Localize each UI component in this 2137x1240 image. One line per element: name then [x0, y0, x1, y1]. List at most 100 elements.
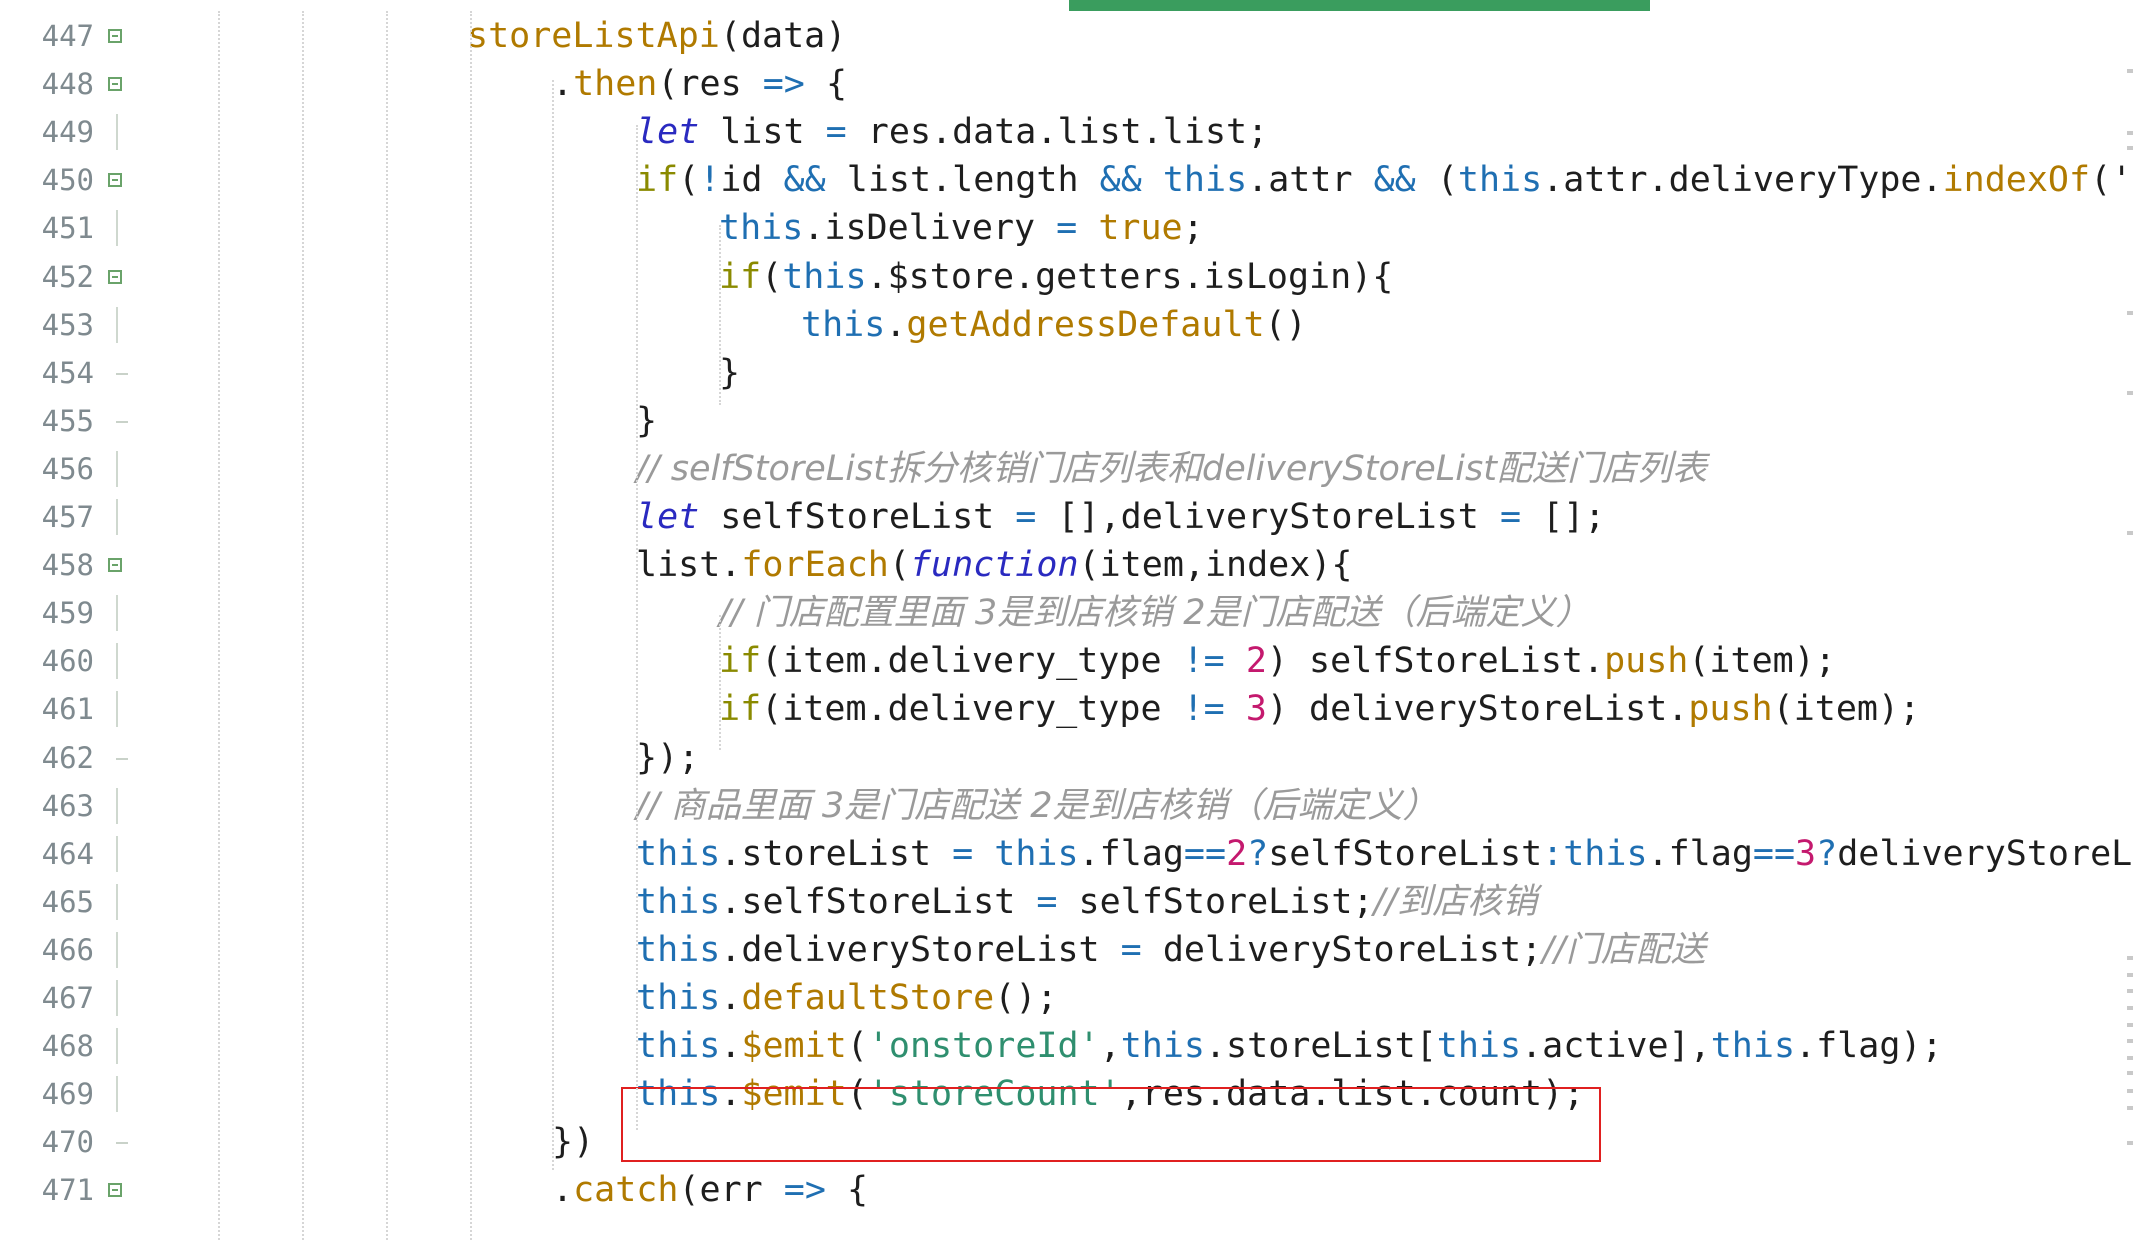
code-token: if: [719, 641, 762, 682]
code-token: .isDelivery: [803, 208, 1057, 249]
indent-guide: [218, 11, 220, 1240]
scrollbar-marker: [2127, 1056, 2133, 1060]
code-token: this: [719, 208, 804, 249]
code-token: ;: [1182, 208, 1204, 249]
fold-line: [116, 1028, 118, 1065]
code-line[interactable]: this.selfStoreList = selfStoreList;//到店核…: [636, 878, 1537, 926]
line-number: 468: [41, 1029, 94, 1064]
code-line[interactable]: this.$emit('onstoreId',this.storeList[th…: [636, 1022, 1943, 1070]
code-line[interactable]: .then(res => {: [552, 60, 847, 108]
code-token: [];: [1521, 497, 1606, 537]
fold-toggle-icon[interactable]: [108, 558, 122, 573]
fold-line: [116, 450, 118, 487]
line-number: 459: [41, 596, 94, 631]
code-line[interactable]: if(this.$store.getters.isLogin){: [719, 253, 1393, 301]
code-line[interactable]: // 门店配置里面 3是到店核销 2是门店配送（后端定义）: [719, 589, 1591, 637]
code-token: ?: [1816, 833, 1838, 874]
fold-toggle-icon[interactable]: [108, 77, 122, 92]
line-number: 455: [41, 403, 94, 438]
scrollbar-marker: [2127, 1071, 2133, 1075]
code-token: =: [1015, 497, 1037, 537]
code-line[interactable]: if(item.delivery_type != 3) deliveryStor…: [719, 685, 1920, 733]
code-line[interactable]: if(item.delivery_type != 2) selfStoreLis…: [719, 637, 1836, 685]
code-line[interactable]: // selfStoreList拆分核销门店列表和deliveryStoreLi…: [636, 445, 1707, 493]
scrollbar-marker: [2127, 1141, 2133, 1145]
fold-toggle-icon[interactable]: [108, 173, 122, 188]
code-line[interactable]: }: [636, 397, 657, 445]
code-token: this: [1120, 1026, 1205, 1067]
scrollbar-marker: [2127, 973, 2133, 977]
code-line[interactable]: list.forEach(function(item,index){: [636, 541, 1352, 589]
code-token: .flag: [1647, 833, 1753, 874]
code-token: =: [952, 833, 974, 874]
code-line[interactable]: }: [719, 349, 740, 397]
code-token: }: [719, 352, 741, 393]
code-line[interactable]: if(!id && list.length && this.attr && (t…: [636, 156, 2132, 204]
scrollbar-marker: [2127, 391, 2133, 395]
line-number: 462: [41, 740, 94, 775]
indent-guide: [302, 11, 304, 1240]
code-token: this: [636, 978, 721, 1018]
code-line[interactable]: this.deliveryStoreList = deliveryStoreLi…: [636, 926, 1706, 974]
code-line[interactable]: let selfStoreList = [],deliveryStoreList…: [636, 493, 1605, 541]
line-number: 460: [41, 644, 94, 679]
code-token: deliveryStoreList;: [1141, 929, 1543, 970]
code-token: .attr.deliveryType.: [1542, 160, 1943, 201]
code-line[interactable]: storeListApi(data): [467, 12, 846, 60]
code-token: selfStoreList;: [1057, 881, 1374, 922]
scrollbar[interactable]: [2127, 11, 2137, 1240]
code-token: .deliveryStoreList: [720, 929, 1121, 970]
code-editor[interactable]: 447 448 449 450 451 452 453 454 455 456 457 458 459 4…: [0, 0, 2137, 1240]
code-line[interactable]: this.isDelivery = true;: [719, 204, 1204, 252]
code-token: ?: [1247, 833, 1269, 874]
code-token: list.: [636, 545, 742, 586]
code-token: (item,index){: [1078, 545, 1353, 586]
line-number: 461: [41, 692, 94, 727]
code-line[interactable]: });: [636, 734, 699, 782]
code-token: =: [1056, 208, 1078, 249]
code-token: &&: [783, 160, 826, 201]
line-number: 454: [41, 355, 94, 390]
fold-line: [116, 787, 118, 824]
scrollbar-marker: [2127, 956, 2133, 960]
code-token: .active],: [1521, 1026, 1711, 1067]
editor-tab-strip: [0, 0, 2137, 11]
code-token: 2: [1226, 833, 1248, 874]
active-tab-indicator[interactable]: [1069, 0, 1650, 11]
code-token: indexOf: [1942, 160, 2091, 201]
code-token: .: [885, 304, 907, 345]
fold-end-marker: [116, 420, 128, 423]
code-token: ) selfStoreList.: [1266, 641, 1605, 682]
code-token: });: [636, 737, 700, 778]
code-token: list.length: [825, 160, 1100, 201]
scrollbar-marker: [2127, 1023, 2133, 1027]
code-line[interactable]: let list = res.data.list.list;: [636, 108, 1268, 156]
code-token: ) deliveryStoreList.: [1266, 689, 1689, 730]
code-line[interactable]: }): [552, 1118, 594, 1166]
line-number: 471: [41, 1173, 94, 1208]
code-token: (: [1415, 160, 1458, 201]
fold-toggle-icon[interactable]: [108, 269, 122, 284]
line-number-gutter: 447 448 449 450 451 452 453 454 455 456 457 458 459 4…: [0, 11, 150, 1240]
code-line[interactable]: // 商品里面 3是门店配送 2是到店核销（后端定义）: [636, 782, 1438, 830]
code-token: let: [636, 497, 700, 537]
code-token: .$store.getters.isLogin){: [866, 256, 1394, 297]
line-number: 463: [41, 788, 94, 823]
code-token: =>: [783, 1170, 826, 1211]
code-line[interactable]: this.getAddressDefault(): [801, 301, 1307, 349]
code-token: this: [1162, 160, 1248, 201]
code-line[interactable]: this.defaultStore();: [636, 974, 1057, 1022]
indent-guide: [552, 80, 554, 1170]
line-number: 466: [41, 932, 94, 967]
fold-toggle-icon[interactable]: [108, 29, 122, 43]
code-token: (: [761, 256, 783, 297]
code-token: [],deliveryStoreList: [1036, 497, 1500, 537]
fold-line: [116, 595, 118, 632]
code-token: =: [825, 112, 847, 153]
fold-toggle-icon[interactable]: [108, 1183, 122, 1198]
code-line[interactable]: this.storeList = this.flag==2?selfStoreL…: [636, 830, 2132, 878]
code-line[interactable]: .catch(err => {: [552, 1166, 868, 1214]
code-token: catch: [573, 1170, 679, 1211]
code-token: let: [636, 112, 700, 153]
code-token: this: [636, 881, 721, 922]
